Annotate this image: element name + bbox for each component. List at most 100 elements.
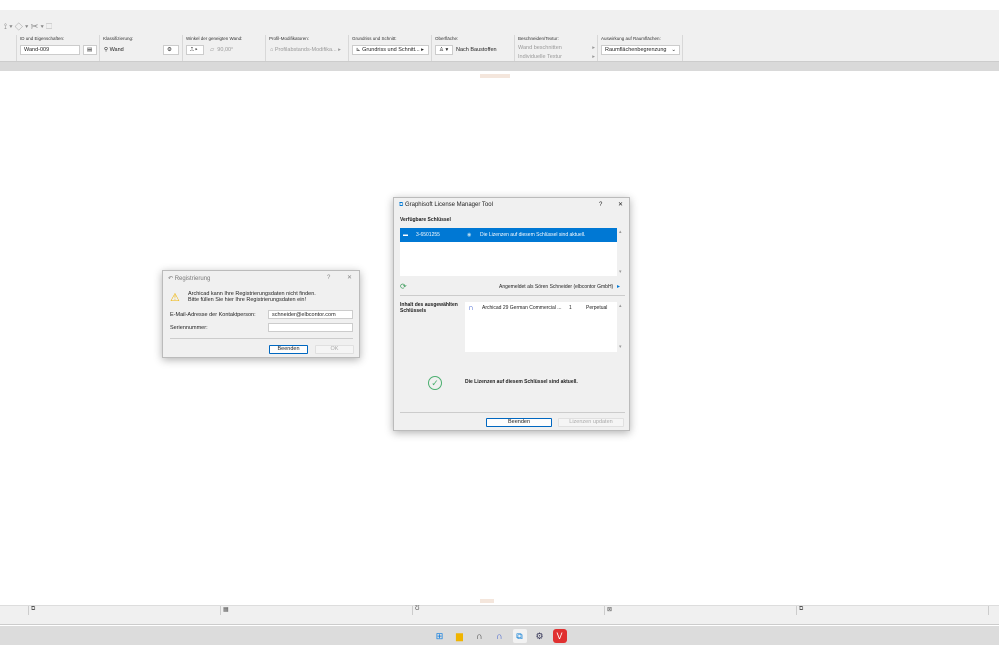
account-arrow-icon[interactable]: ▸ bbox=[617, 283, 620, 290]
check-icon: ◉ bbox=[467, 232, 472, 238]
success-check-icon: ✓ bbox=[428, 376, 442, 390]
info-box: ID und Eigenschaften: Wand-009 ▤ Klassif… bbox=[0, 33, 999, 62]
zone-label: Auswirkung auf Raumflächen: bbox=[601, 36, 661, 41]
profile-label: Profil-Modifikatoren: bbox=[269, 36, 310, 41]
update-licenses-button[interactable]: Lizenzen updaten bbox=[558, 418, 624, 427]
id-input[interactable]: Wand-009 bbox=[20, 45, 80, 55]
quick-toolbar-icons[interactable]: ⟟ ▾ ◇ ▾ ✂ ▾ ⬚ bbox=[4, 22, 52, 31]
scroll-down-icon[interactable]: ▾ bbox=[619, 344, 622, 350]
surface-button[interactable]: ♙ ▾ bbox=[435, 45, 453, 55]
divider bbox=[400, 412, 625, 413]
zone-dropdown[interactable]: Raumflächenbegrenzung ⌄ bbox=[601, 45, 680, 55]
serial-label: Seriennummer: bbox=[170, 325, 208, 331]
zone-value: Raumflächenbegrenzung bbox=[605, 47, 667, 53]
available-keys-label: Verfügbare Schlüssel bbox=[400, 217, 451, 223]
trim-item-2[interactable]: Individuelle Textur ▸ bbox=[518, 52, 595, 62]
taskbar: ⊞ ▆ ∩ ∩ ⧉ ⚙ V bbox=[0, 626, 999, 645]
classification-text: Wand bbox=[109, 47, 124, 53]
pan-handle-bottom[interactable] bbox=[480, 599, 494, 603]
surface-label: Oberfläche: bbox=[435, 36, 459, 41]
archicad-icon[interactable]: ∩ bbox=[473, 629, 487, 643]
file-explorer-icon[interactable]: ▆ bbox=[453, 629, 467, 643]
status-bar: ⧉ ▦ Ʊ ⊠ ⧉ bbox=[0, 605, 999, 616]
help-button[interactable]: ? bbox=[599, 202, 602, 208]
product-row[interactable]: ∩ Archicad 29 German Commercial ... 1 Pe… bbox=[465, 302, 617, 314]
pan-handle[interactable] bbox=[480, 74, 510, 78]
profile-value: Profilabstands-Modifika... bbox=[274, 47, 337, 53]
profile-panel: Profil-Modifikatoren: ⌂ Profilabstands-M… bbox=[266, 35, 349, 61]
properties-button[interactable]: ▤ bbox=[83, 45, 97, 55]
key-id: 3-6501255 bbox=[416, 232, 440, 238]
product-name: Archicad 29 German Commercial ... bbox=[482, 305, 562, 311]
angle-value: 90,00° bbox=[217, 47, 234, 53]
email-label: E-Mail-Adresse der Kontaktperson: bbox=[170, 312, 256, 318]
plan-dropdown[interactable]: ⊾ Grundriss und Schnitt... ▸ bbox=[352, 45, 429, 55]
email-input[interactable]: schneider@elbcontor.com bbox=[268, 310, 353, 319]
quit-button[interactable]: Beenden bbox=[269, 345, 308, 354]
profile-dropdown[interactable]: ⌂ Profilabstands-Modifika... ▸ bbox=[270, 45, 341, 55]
keys-list[interactable]: ▬ 3-6501255 ◉ Die Lizenzen auf diesem Sc… bbox=[400, 228, 617, 276]
surface-value: Nach Baustoffen bbox=[456, 47, 497, 53]
zone-panel: Auswirkung auf Raumflächen: Raumflächenb… bbox=[598, 35, 683, 61]
license-manager-icon[interactable]: ⧉ bbox=[512, 629, 527, 643]
registration-title: ↶ Registrierung bbox=[168, 276, 211, 282]
scroll-down-icon[interactable]: ▾ bbox=[619, 269, 622, 275]
scroll-up-icon[interactable]: ▴ bbox=[619, 303, 622, 309]
trim-panel: Beschneiden/Textur: Wand beschnitten ▸ In… bbox=[515, 35, 598, 61]
license-manager-dialog: ⧉ Graphisoft License Manager Tool ? ✕ Ve… bbox=[393, 197, 630, 431]
id-panel: ID und Eigenschaften: Wand-009 ▤ bbox=[17, 35, 100, 61]
infobox-arrows[interactable] bbox=[0, 35, 17, 61]
quick-toolbar: ⟟ ▾ ◇ ▾ ✂ ▾ ⬚ bbox=[0, 10, 999, 33]
angle-label: Winkel der geneigten Wand: bbox=[186, 36, 243, 41]
angle-panel: Winkel der geneigten Wand: ⎍ ▸ ▱ 90,00° bbox=[183, 35, 266, 61]
registration-title-text: Registrierung bbox=[174, 276, 211, 282]
product-type: Perpetual bbox=[586, 305, 608, 311]
plan-value: Grundriss und Schnitt... bbox=[362, 47, 420, 53]
logged-in-text: Angemeldet als Sören Schneider (elbconto… bbox=[499, 284, 614, 290]
help-button[interactable]: ? bbox=[327, 275, 330, 281]
status-message: Die Lizenzen auf diesem Schlüssel sind a… bbox=[465, 379, 578, 385]
product-list[interactable]: ∩ Archicad 29 German Commercial ... 1 Pe… bbox=[465, 302, 617, 352]
content-label: Inhalt des ausgewählten Schlüssels bbox=[400, 302, 458, 314]
windows-start-icon[interactable]: ⊞ bbox=[433, 629, 447, 643]
key-status: Die Lizenzen auf diesem Schlüssel sind a… bbox=[480, 232, 586, 238]
trim-item-2-text: Individuelle Textur bbox=[518, 54, 562, 60]
classification-label: Klassifizierung: bbox=[103, 36, 134, 41]
trim-item-1-text: Wand beschnitten bbox=[518, 45, 562, 51]
message-line-2: Bitte füllen Sie hier Ihre Registrierung… bbox=[188, 297, 307, 303]
serial-input[interactable] bbox=[268, 323, 353, 332]
warning-icon: ⚠ bbox=[170, 292, 180, 304]
ok-button[interactable]: OK bbox=[315, 345, 354, 354]
archicad-icon: ∩ bbox=[468, 303, 474, 312]
classification-value[interactable]: ⚲ Wand bbox=[104, 45, 124, 55]
key-row[interactable]: ▬ 3-6501255 ◉ Die Lizenzen auf diesem Sc… bbox=[400, 228, 617, 242]
surface-panel: Oberfläche: ♙ ▾ Nach Baustoffen bbox=[432, 35, 515, 61]
scroll-up-icon[interactable]: ▴ bbox=[619, 229, 622, 235]
classification-panel: Klassifizierung: ⚲ Wand ⚙ bbox=[100, 35, 183, 61]
plan-panel: Grundriss und Schnitt: ⊾ Grundriss und S… bbox=[349, 35, 432, 61]
archicad-2-icon[interactable]: ∩ bbox=[493, 629, 507, 643]
settings-icon[interactable]: ⚙ bbox=[533, 629, 547, 643]
app-icon: ⧉ bbox=[399, 202, 404, 208]
divider bbox=[400, 295, 625, 296]
divider bbox=[170, 338, 353, 339]
license-title-text: Graphisoft License Manager Tool bbox=[404, 202, 493, 208]
wall-type-button[interactable]: ⎍ ▸ bbox=[186, 45, 204, 55]
angle-field[interactable]: ▱ 90,00° bbox=[210, 45, 233, 55]
refresh-icon[interactable]: ⟳ bbox=[400, 282, 407, 291]
status-bar-secondary bbox=[0, 615, 999, 625]
registration-dialog: ↶ Registrierung ? ✕ ⚠ Archicad kann Ihre… bbox=[162, 270, 360, 358]
close-button[interactable]: ✕ bbox=[618, 201, 623, 208]
vivaldi-icon[interactable]: V bbox=[552, 629, 567, 643]
dongle-icon: ▬ bbox=[403, 232, 408, 238]
plan-label: Grundriss und Schnitt: bbox=[352, 36, 397, 41]
registration-message: Archicad kann Ihre Registrierungsdaten n… bbox=[188, 291, 316, 303]
trim-label: Beschneiden/Textur: bbox=[518, 36, 559, 41]
license-title: ⧉ Graphisoft License Manager Tool bbox=[399, 202, 493, 209]
id-label: ID und Eigenschaften: bbox=[20, 36, 65, 41]
tab-bar bbox=[0, 62, 999, 71]
quit-button[interactable]: Beenden bbox=[486, 418, 552, 427]
close-button[interactable]: ✕ bbox=[347, 274, 352, 281]
classification-button[interactable]: ⚙ bbox=[163, 45, 179, 55]
product-count: 1 bbox=[569, 305, 572, 311]
